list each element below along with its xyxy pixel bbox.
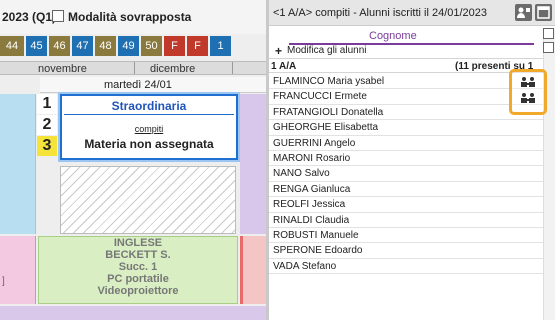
hour-3-selected[interactable]: 3 [37, 136, 57, 156]
people-settings-icon[interactable] [515, 4, 532, 21]
timetable-toolbar: 2023 (Q1) Modalità sovrapposta [0, 0, 266, 34]
lesson-line: BECKETT S. [105, 249, 171, 261]
lesson-line: Videoproiettore [97, 285, 179, 297]
group-label: 1 A/A [271, 61, 297, 72]
hour-2[interactable]: 2 [37, 115, 57, 135]
lesson-type-title: Straordinaria [111, 99, 187, 113]
month-label: dicembre [150, 63, 196, 75]
week-chip[interactable]: F [187, 36, 208, 56]
column-header[interactable]: Cognome [269, 29, 555, 45]
subject-label: Materia non assegnata [84, 137, 214, 151]
student-row[interactable]: GUERRINI Angelo [269, 136, 555, 151]
bracket-text: ] [2, 276, 5, 287]
week-chip[interactable]: 44 [0, 36, 24, 56]
month-bar: novembre dicembre [0, 61, 266, 75]
day-header: martedì 24/01 [40, 77, 266, 93]
month-divider [134, 62, 135, 74]
homework-link[interactable]: compiti [62, 124, 236, 134]
student-row[interactable]: REOLFI Jessica [269, 197, 555, 213]
previous-day-lesson[interactable] [0, 94, 36, 234]
week-chip[interactable]: 45 [26, 36, 47, 56]
export-icon[interactable] [543, 42, 554, 53]
hour-labels: 1 2 3 [37, 94, 57, 157]
english-lesson[interactable]: INGLESE BECKETT S. Succ. 1 PC portatile … [38, 236, 238, 304]
edit-students-row[interactable]: + Modifica gli alunni [269, 43, 555, 59]
week-chip[interactable]: 50 [141, 36, 162, 56]
student-row[interactable]: NANO Salvo [269, 166, 555, 182]
columns-icon[interactable] [543, 28, 554, 39]
week-chip[interactable]: 46 [49, 36, 70, 56]
overlap-mode-checkbox[interactable] [52, 10, 64, 22]
week-chip[interactable]: 48 [95, 36, 116, 56]
next-day-lesson[interactable] [240, 94, 266, 234]
week-selector: 44 45 46 47 48 49 50 F F 1 [0, 36, 231, 56]
column-header-label[interactable]: Cognome [369, 30, 417, 42]
previous-day-lesson-pink[interactable]: ] [0, 236, 36, 304]
timetable-pane: 2023 (Q1) Modalità sovrapposta 44 45 46 47 4… [0, 0, 266, 320]
plus-icon[interactable]: + [275, 44, 282, 58]
period-label: 2023 (Q1) [2, 10, 57, 24]
students-pane: <1 A/A> compiti - Alunni iscritti il 24/… [269, 0, 555, 320]
divider [64, 114, 234, 115]
next-day-lesson-pink[interactable] [240, 236, 266, 304]
student-row[interactable]: MARONI Rosario [269, 151, 555, 167]
lesson-line: Succ. 1 [118, 261, 158, 273]
edit-students-label[interactable]: Modifica gli alunni [287, 45, 367, 56]
pane-title: <1 A/A> compiti - Alunni iscritti il 24/… [273, 7, 488, 19]
week-chip[interactable]: 49 [118, 36, 139, 56]
week-chip[interactable]: 47 [72, 36, 93, 56]
week-chip[interactable]: F [164, 36, 185, 56]
students-titlebar: <1 A/A> compiti - Alunni iscritti il 24/… [269, 0, 555, 26]
student-row[interactable]: ROBUSTI Manuele [269, 228, 555, 244]
group-people-icon[interactable] [518, 92, 538, 104]
bottom-lesson-strip [0, 306, 266, 320]
student-row[interactable]: GHEORGHE Elisabetta [269, 120, 555, 136]
empty-slot[interactable] [60, 166, 236, 234]
window-icon[interactable] [535, 4, 552, 21]
selected-lesson-card[interactable]: Straordinaria compiti Materia non assegn… [58, 92, 240, 162]
student-row[interactable]: RENGA Gianluca [269, 182, 555, 198]
week-chip[interactable]: 1 [210, 36, 231, 56]
day-header-label: martedì 24/01 [104, 79, 172, 91]
month-label: novembre [38, 63, 87, 75]
student-row[interactable]: SPERONE Edoardo [269, 243, 555, 259]
student-row[interactable]: RINALDI Claudia [269, 213, 555, 228]
month-divider [232, 62, 233, 74]
lesson-line: PC portatile [107, 273, 169, 285]
student-row[interactable]: VADA Stefano [269, 259, 555, 275]
overlap-mode-label[interactable]: Modalità sovrapposta [68, 10, 191, 24]
lesson-line: INGLESE [113, 237, 163, 249]
group-people-icon[interactable] [518, 76, 538, 88]
hour-1[interactable]: 1 [37, 94, 57, 114]
